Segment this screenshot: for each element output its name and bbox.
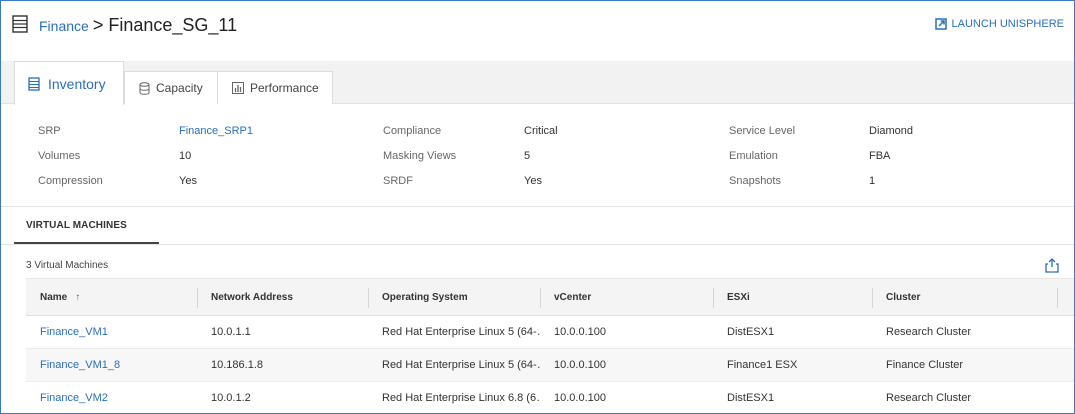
- operating-system-cell: Red Hat Enterprise Linux 5 (64-…: [382, 359, 540, 371]
- tab-capacity-label: Capacity: [156, 81, 203, 95]
- storage-group-panel: Finance > Finance_SG_11 LAUNCH UNISPHERE…: [0, 0, 1075, 414]
- compliance-label: Compliance: [383, 125, 442, 137]
- column-header-vcenter-label: vCenter: [554, 292, 592, 303]
- srdf-value: Yes: [524, 175, 542, 187]
- column-header-esxi-label: ESXi: [727, 292, 750, 303]
- breadcrumb-finance-link[interactable]: Finance: [39, 18, 89, 34]
- operating-system-cell: Red Hat Enterprise Linux 5 (64-…: [382, 326, 540, 338]
- list-icon: [28, 76, 40, 91]
- launch-unisphere-label: LAUNCH UNISPHERE: [951, 18, 1064, 30]
- breadcrumb: Finance > Finance_SG_11: [39, 15, 237, 37]
- tab-performance-label: Performance: [250, 81, 319, 95]
- column-header-cluster-label: Cluster: [886, 292, 921, 303]
- column-header-network-address[interactable]: Network Address: [197, 279, 368, 316]
- esxi-cell: DistESX1: [727, 392, 775, 404]
- compliance-value: Critical: [524, 125, 558, 137]
- volumes-label: Volumes: [38, 150, 81, 162]
- emulation-value: FBA: [869, 150, 891, 162]
- compression-value: Yes: [179, 175, 197, 187]
- tab-virtual-machines-label: VIRTUAL MACHINES: [26, 220, 127, 231]
- sort-ascending-icon[interactable]: ↑: [75, 292, 80, 303]
- tab-bar: Inventory Capacity Performance: [1, 61, 1074, 105]
- tab-virtual-machines[interactable]: VIRTUAL MACHINES: [14, 208, 159, 244]
- column-header-vcenter[interactable]: vCenter: [540, 279, 713, 316]
- service-level-label: Service Level: [729, 125, 796, 137]
- column-header-name[interactable]: Name ↑: [26, 279, 197, 316]
- properties-panel: SRP Finance_SRP1 Volumes 10 Compression …: [1, 105, 1074, 207]
- column-header-network-address-label: Network Address: [211, 292, 293, 303]
- table-row[interactable]: Finance_VM1 10.0.1.1 Red Hat Enterprise …: [26, 316, 1074, 349]
- column-header-esxi[interactable]: ESXi: [713, 279, 872, 316]
- vm-name-link[interactable]: Finance_VM2: [26, 382, 197, 413]
- cluster-cell: Finance Cluster: [886, 359, 964, 371]
- operating-system-cell: Red Hat Enterprise Linux 6.8 (6…: [382, 392, 540, 404]
- column-header-cluster[interactable]: Cluster: [872, 279, 1057, 316]
- masking-views-value: 5: [524, 150, 531, 162]
- vm-name-link[interactable]: Finance_VM1_8: [26, 349, 197, 381]
- srdf-label: SRDF: [383, 175, 413, 187]
- column-divider: [1057, 288, 1058, 308]
- masking-views-label: Masking Views: [383, 150, 457, 162]
- service-level-value: Diamond: [869, 125, 914, 137]
- column-header-operating-system[interactable]: Operating System: [368, 279, 540, 316]
- cluster-cell: Research Cluster: [886, 392, 971, 404]
- tab-inventory[interactable]: Inventory: [14, 61, 124, 105]
- tab-inventory-label: Inventory: [48, 75, 106, 92]
- section-divider: [1, 244, 1074, 245]
- snapshots-label: Snapshots: [729, 175, 781, 187]
- launch-unisphere-button[interactable]: LAUNCH UNISPHERE: [934, 18, 1064, 30]
- vcenter-cell: 10.0.0.100: [554, 326, 606, 338]
- vm-table: Name ↑ Network Address Operating System …: [26, 278, 1074, 413]
- vm-count-label: 3 Virtual Machines: [26, 260, 109, 271]
- network-address-cell: 10.186.1.8: [211, 359, 263, 371]
- srp-label: SRP: [38, 125, 61, 137]
- emulation-label: Emulation: [729, 150, 778, 162]
- breadcrumb-separator: >: [92, 15, 104, 35]
- table-row[interactable]: Finance_VM1_8 10.186.1.8 Red Hat Enterpr…: [26, 349, 1074, 382]
- table-row[interactable]: Finance_VM2 10.0.1.2 Red Hat Enterprise …: [26, 382, 1074, 413]
- column-header-name-label: Name: [40, 292, 68, 303]
- storage-group-icon: [12, 15, 28, 33]
- table-header: Name ↑ Network Address Operating System …: [26, 278, 1074, 316]
- cluster-cell: Research Cluster: [886, 326, 971, 338]
- esxi-cell: Finance1 ESX: [727, 359, 798, 371]
- tab-performance[interactable]: Performance: [217, 71, 333, 104]
- page-header: Finance > Finance_SG_11 LAUNCH UNISPHERE: [1, 1, 1074, 61]
- page-title: Finance_SG_11: [108, 15, 238, 35]
- compression-label: Compression: [38, 175, 103, 187]
- volumes-value: 10: [179, 150, 192, 162]
- export-icon[interactable]: [1045, 257, 1059, 273]
- network-address-cell: 10.0.1.2: [211, 392, 251, 404]
- vcenter-cell: 10.0.0.100: [554, 392, 606, 404]
- srp-link[interactable]: Finance_SRP1: [179, 125, 253, 137]
- tab-capacity[interactable]: Capacity: [124, 71, 218, 104]
- vm-name-link[interactable]: Finance_VM1: [26, 316, 197, 348]
- database-icon: [139, 81, 150, 95]
- snapshots-value: 1: [869, 175, 876, 187]
- column-header-operating-system-label: Operating System: [382, 292, 468, 303]
- external-link-icon: [934, 18, 947, 30]
- bar-chart-icon: [232, 82, 244, 94]
- vcenter-cell: 10.0.0.100: [554, 359, 606, 371]
- network-address-cell: 10.0.1.1: [211, 326, 251, 338]
- esxi-cell: DistESX1: [727, 326, 775, 338]
